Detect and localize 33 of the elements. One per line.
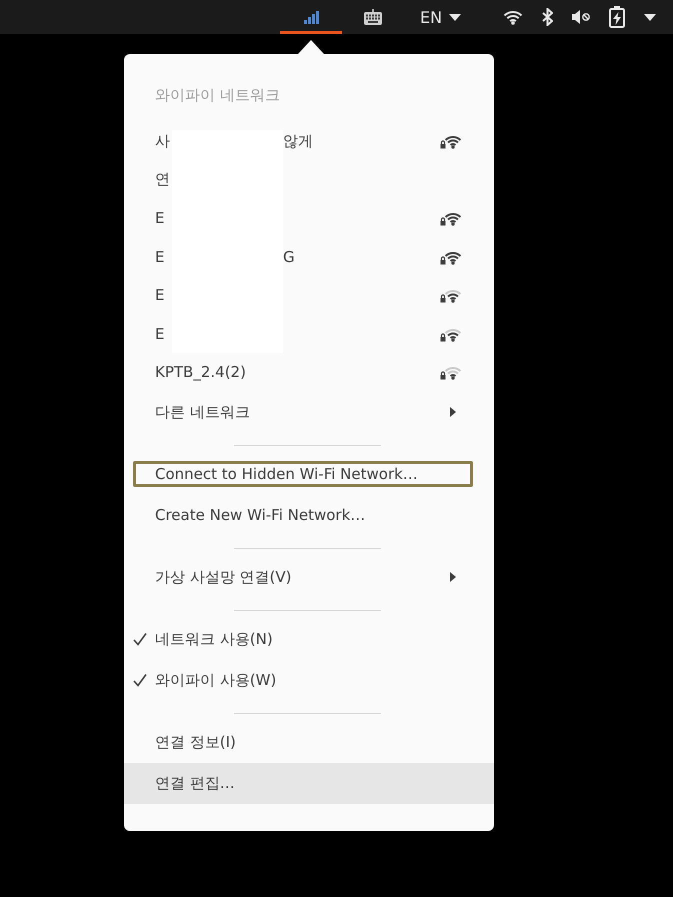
menu-item[interactable]: 다른 네트워크 (124, 392, 494, 432)
network-name[interactable]: KPTB_2.4(2) (155, 363, 440, 382)
submenu-arrow-icon (450, 572, 456, 582)
network-name[interactable]: E (155, 209, 172, 228)
menu-item[interactable]: 연결 정보(I) (124, 722, 494, 762)
language-button[interactable]: EN (404, 0, 491, 34)
network-name[interactable]: E (155, 286, 172, 304)
wifi-lock-icon (440, 287, 462, 304)
network-name[interactable]: 연 (155, 170, 172, 190)
network-name[interactable]: 않게 (283, 132, 440, 151)
signal-bars-icon (304, 10, 318, 24)
menu-item[interactable]: 네트워크 사용(N) (124, 618, 494, 660)
wifi-lock-icon (440, 210, 462, 226)
wifi-icon (503, 10, 523, 24)
caret-icon (449, 14, 462, 20)
network-name[interactable]: G (283, 248, 440, 266)
keyboard-icon (364, 9, 382, 25)
bluetooth-icon (542, 8, 553, 26)
menu-item[interactable]: 연결 편집… (124, 762, 494, 804)
caret-icon (644, 14, 656, 20)
menu-item[interactable]: 가상 사설망 연결(V) (124, 556, 494, 598)
wifi-lock-icon (440, 133, 462, 150)
wifi-lock-icon (440, 364, 462, 380)
section-title: 와이파이 네트워크 (154, 84, 281, 106)
network-name[interactable]: E (155, 248, 172, 266)
battery-charging-icon (609, 6, 625, 28)
submenu-arrow-icon (450, 407, 456, 417)
menu-item[interactable]: Create New Wi-Fi Network… (124, 494, 494, 536)
volume-muted-icon (572, 10, 590, 24)
menu-item[interactable]: Connect to Hidden Wi-Fi Network… (133, 461, 473, 487)
network-name[interactable]: 사 (155, 132, 172, 151)
menu-item[interactable]: 와이파이 사용(W) (124, 660, 494, 700)
network-name[interactable]: E (155, 324, 172, 343)
